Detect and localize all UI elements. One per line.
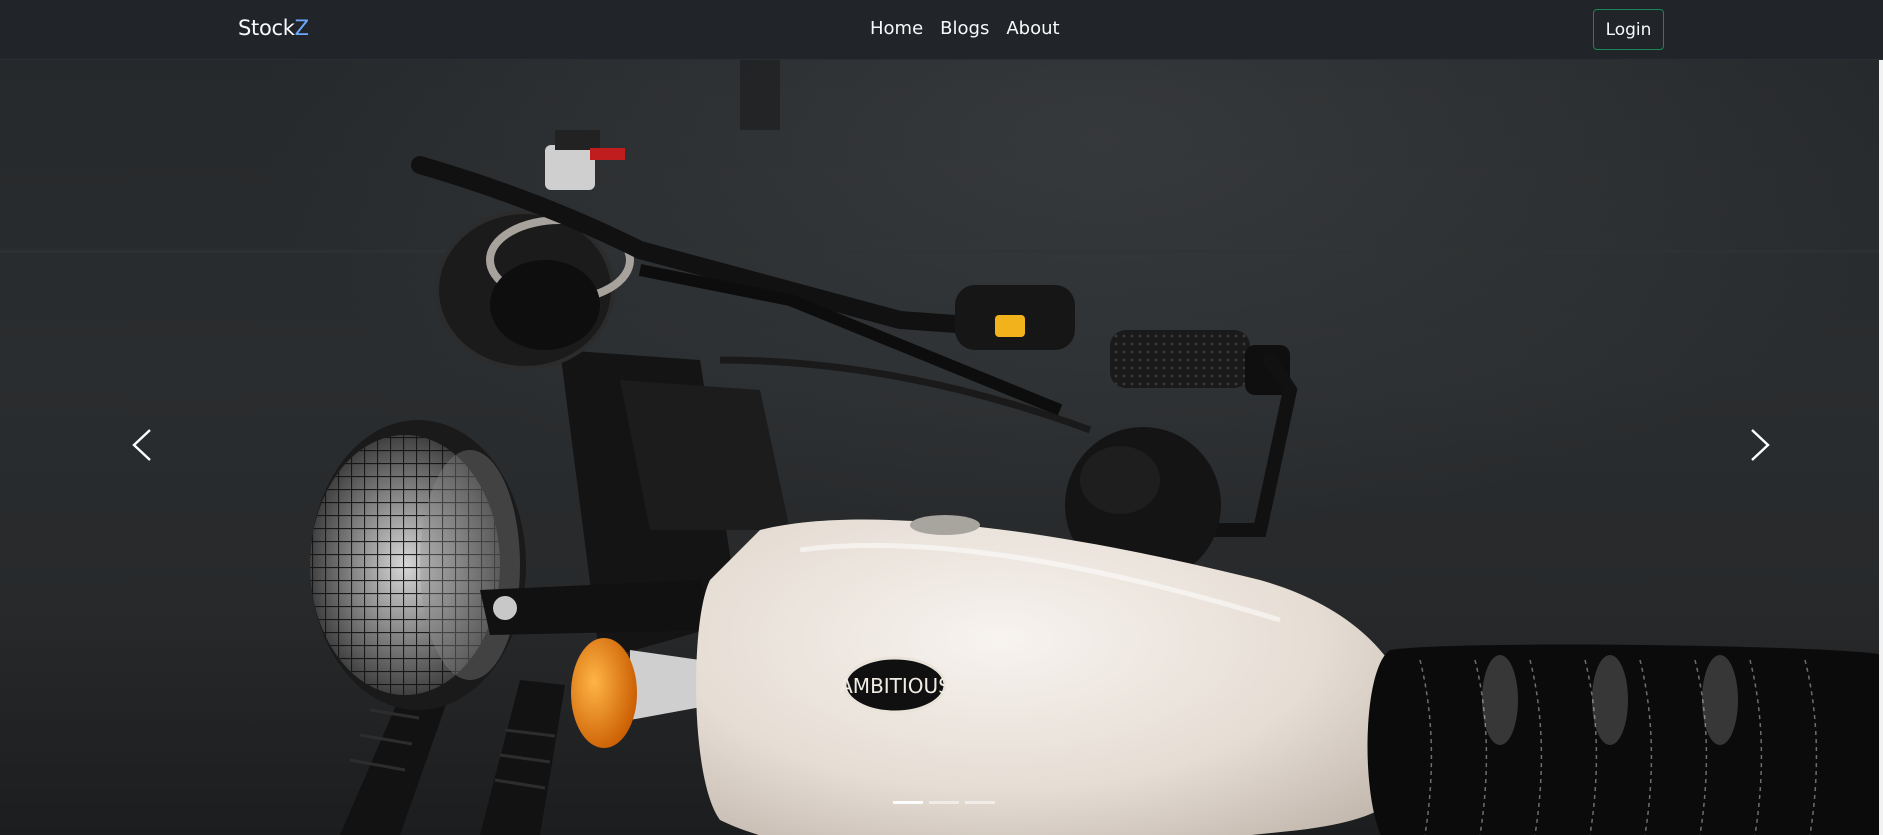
brand-main-text: Stock [238, 16, 295, 40]
carousel-prev-button[interactable] [122, 415, 162, 475]
login-button[interactable]: Login [1593, 9, 1664, 50]
carousel-indicators [893, 801, 995, 804]
nav-link-about[interactable]: About [1006, 18, 1059, 39]
motorcycle-illustration: AMBITIOUS [0, 60, 1883, 835]
edge-strip [1879, 60, 1883, 835]
carousel-indicator[interactable] [929, 801, 959, 804]
nav-link-home[interactable]: Home [870, 18, 923, 39]
carousel-indicator[interactable] [965, 801, 995, 804]
tank-badge-text: AMBITIOUS [839, 674, 951, 698]
hero-carousel: AMBITIOUS [0, 60, 1883, 835]
navbar: StockZ Home Blogs About Login [0, 0, 1883, 60]
chevron-left-icon [132, 429, 151, 461]
chevron-right-icon [1751, 429, 1770, 461]
nav-link-blogs[interactable]: Blogs [940, 18, 989, 39]
nav-links: Home Blogs About [870, 18, 1060, 39]
hero-image: AMBITIOUS [0, 60, 1883, 835]
carousel-next-button[interactable] [1740, 415, 1780, 475]
brand-accent-text: Z [294, 16, 309, 40]
carousel-indicator[interactable] [893, 801, 923, 804]
brand-logo[interactable]: StockZ [238, 16, 309, 40]
